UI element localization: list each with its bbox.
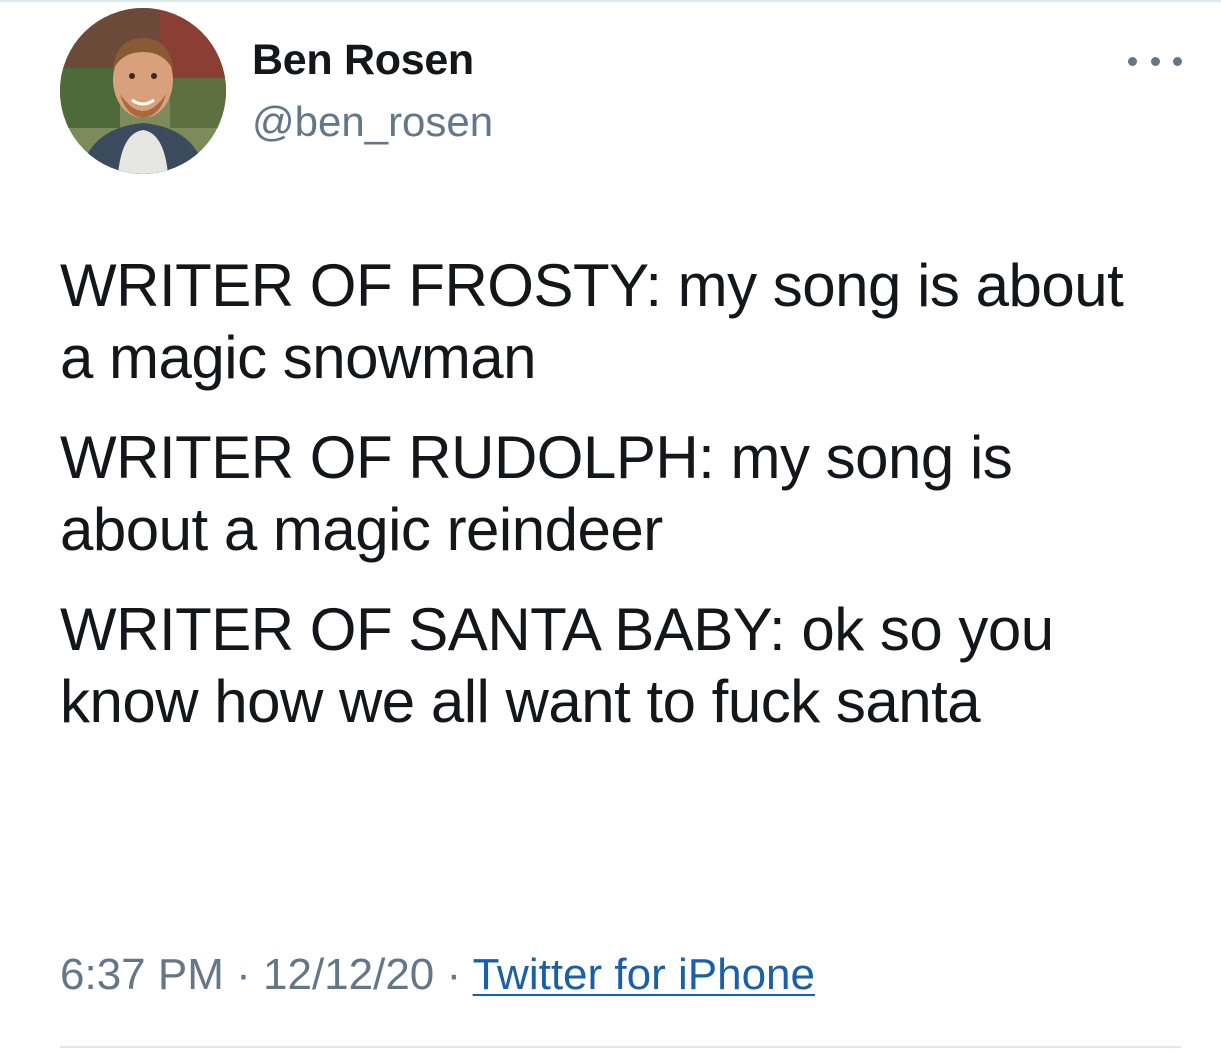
more-horizontal-icon-dot bbox=[1150, 56, 1160, 66]
meta-separator: · bbox=[446, 950, 462, 999]
display-name[interactable]: Ben Rosen bbox=[252, 36, 474, 85]
tweet-paragraph: WRITER OF SANTA BABY: ok so you know how… bbox=[60, 596, 1054, 735]
user-handle[interactable]: @ben_rosen bbox=[252, 98, 493, 146]
tweet-source-link[interactable]: Twitter for iPhone bbox=[473, 950, 815, 999]
avatar[interactable] bbox=[60, 8, 226, 174]
avatar-photo bbox=[60, 8, 226, 174]
more-horizontal-icon bbox=[1128, 56, 1137, 66]
tweet-metadata: 6:37 PM · 12/12/20 · Twitter for iPhone bbox=[60, 950, 815, 1000]
tweet-time[interactable]: 6:37 PM bbox=[60, 950, 224, 999]
top-divider bbox=[0, 0, 1221, 2]
bottom-divider bbox=[60, 1046, 1181, 1048]
meta-separator: · bbox=[236, 950, 251, 999]
tweet-paragraph: WRITER OF RUDOLPH: my song is about a ma… bbox=[60, 424, 1013, 563]
tweet-text: WRITER OF FROSTY: my song is about a mag… bbox=[60, 250, 1170, 766]
tweet-date[interactable]: 12/12/20 bbox=[263, 950, 434, 999]
more-horizontal-icon-dot bbox=[1173, 56, 1182, 66]
more-options-button[interactable] bbox=[1128, 46, 1182, 76]
tweet-paragraph: WRITER OF FROSTY: my song is about a mag… bbox=[60, 252, 1124, 391]
